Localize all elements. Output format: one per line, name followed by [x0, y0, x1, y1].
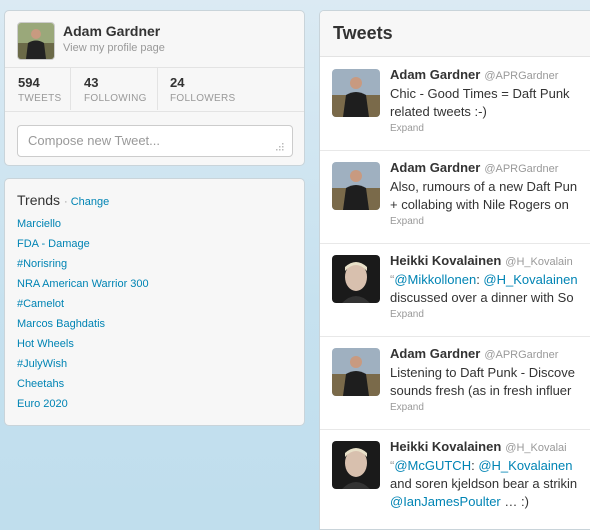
- trend-item[interactable]: FDA - Damage: [17, 237, 149, 257]
- tweet-item[interactable]: Heikki Kovalainen @H_Kovalai “@McGUTCH: @…: [320, 430, 590, 529]
- compose-tweet-input[interactable]: Compose new Tweet...: [17, 125, 293, 157]
- tweet-author[interactable]: Adam Gardner @APRGardner: [390, 160, 558, 175]
- stat-following[interactable]: 43 FOLLOWING: [84, 75, 147, 104]
- tweet-item[interactable]: Adam Gardner @APRGardner Chic - Good Time…: [320, 58, 590, 151]
- tweets-stream: Tweets Adam Gardner @APRGardner Chic - Go…: [319, 10, 590, 530]
- divider: [5, 111, 304, 112]
- trend-item[interactable]: #JulyWish: [17, 357, 149, 377]
- tweets-header: Tweets: [320, 11, 590, 57]
- trend-item[interactable]: Marcos Baghdatis: [17, 317, 149, 337]
- stat-following-label: FOLLOWING: [84, 93, 147, 104]
- tweet-text-rest: … :): [500, 494, 529, 509]
- tweet-text-line: Chic - Good Times = Daft Punk: [390, 86, 570, 101]
- profile-card: Adam Gardner View my profile page 594 TW…: [4, 10, 305, 166]
- compose-placeholder: Compose new Tweet...: [28, 133, 160, 148]
- avatar[interactable]: [332, 348, 380, 396]
- avatar[interactable]: [332, 162, 380, 210]
- trend-item[interactable]: Hot Wheels: [17, 337, 149, 357]
- profile-name[interactable]: Adam Gardner: [63, 23, 160, 39]
- avatar[interactable]: [332, 441, 380, 489]
- tweet-item[interactable]: Heikki Kovalainen @H_Kovalain “@Mikkollon…: [320, 244, 590, 337]
- resize-grip-icon[interactable]: [274, 141, 284, 151]
- tweet-item[interactable]: Adam Gardner @APRGardner Listening to Daf…: [320, 337, 590, 430]
- trend-item[interactable]: #Camelot: [17, 297, 149, 317]
- tweets-title: Tweets: [333, 23, 393, 43]
- mention-link[interactable]: @McGUTCH: [394, 458, 471, 473]
- avatar[interactable]: [17, 22, 55, 60]
- avatar[interactable]: [332, 69, 380, 117]
- trend-item[interactable]: Cheetahs: [17, 377, 149, 397]
- stat-tweets-label: TWEETS: [18, 93, 62, 104]
- expand-link[interactable]: Expand: [390, 309, 424, 320]
- mention-link[interactable]: @Mikkollonen: [394, 272, 476, 287]
- expand-link[interactable]: Expand: [390, 123, 424, 134]
- tweet-text: “@Mikkollonen: @H_Kovalainen discussed o…: [390, 271, 590, 307]
- tweet-text-line: “@Mikkollonen: @H_Kovalainen: [390, 271, 590, 289]
- stat-followers-label: FOLLOWERS: [170, 93, 236, 104]
- trend-item[interactable]: Marciello: [17, 217, 149, 237]
- change-trends-link[interactable]: Change: [71, 196, 110, 208]
- tweet-handle[interactable]: @APRGardner: [484, 163, 558, 175]
- expand-link[interactable]: Expand: [390, 402, 424, 413]
- tweet-text-line: related tweets :-): [390, 104, 487, 119]
- tweet-author-name[interactable]: Adam Gardner: [390, 160, 480, 175]
- stat-following-value: 43: [84, 75, 99, 90]
- tweet-item[interactable]: Adam Gardner @APRGardner Also, rumours of…: [320, 151, 590, 244]
- tweet-text: Chic - Good Times = Daft Punk related tw…: [390, 85, 590, 121]
- view-profile-link[interactable]: View my profile page: [63, 42, 165, 54]
- mention-link[interactable]: @H_Kovalainen: [478, 458, 572, 473]
- trends-title: Trends: [17, 192, 61, 208]
- tweet-handle[interactable]: @APRGardner: [484, 349, 558, 361]
- trend-item[interactable]: Euro 2020: [17, 397, 149, 417]
- tweet-text: Also, rumours of a new Daft Pun + collab…: [390, 178, 590, 214]
- avatar[interactable]: [332, 255, 380, 303]
- stat-followers-value: 24: [170, 75, 185, 90]
- tweet-author-name[interactable]: Adam Gardner: [390, 346, 480, 361]
- trends-header: Trends · Change: [17, 192, 110, 208]
- tweet-handle[interactable]: @H_Kovalain: [505, 256, 572, 268]
- stat-tweets-value: 594: [18, 75, 40, 90]
- tweet-text-line: @IanJamesPoulter … :): [390, 493, 590, 511]
- expand-link[interactable]: Expand: [390, 216, 424, 227]
- divider: [157, 68, 158, 110]
- mention-link[interactable]: @H_Kovalainen: [483, 272, 577, 287]
- tweet-text-line: and soren kjeldson bear a strikin: [390, 476, 578, 491]
- divider: [5, 67, 304, 68]
- tweet-text-line: Also, rumours of a new Daft Pun: [390, 179, 578, 194]
- stat-tweets[interactable]: 594 TWEETS: [18, 75, 61, 104]
- tweet-text: Listening to Daft Punk - Discove sounds …: [390, 364, 590, 400]
- tweet-handle[interactable]: @H_Kovalai: [505, 442, 566, 454]
- tweet-text-line: + collabing with Nile Rogers on: [390, 197, 569, 212]
- tweet-text-line: discussed over a dinner with So: [390, 290, 574, 305]
- tweet-text-line: “@McGUTCH: @H_Kovalainen: [390, 457, 590, 475]
- tweet-author-name[interactable]: Heikki Kovalainen: [390, 439, 501, 454]
- trend-item[interactable]: #Norisring: [17, 257, 149, 277]
- tweet-author[interactable]: Adam Gardner @APRGardner: [390, 346, 558, 361]
- tweet-text-line: Listening to Daft Punk - Discove: [390, 365, 575, 380]
- trend-item[interactable]: NRA American Warrior 300: [17, 277, 149, 297]
- divider: [70, 68, 71, 110]
- tweet-author[interactable]: Heikki Kovalainen @H_Kovalain: [390, 253, 573, 268]
- tweet-text: “@McGUTCH: @H_Kovalainen and soren kjeld…: [390, 457, 590, 511]
- tweet-author[interactable]: Adam Gardner @APRGardner: [390, 67, 558, 82]
- tweet-author-name[interactable]: Heikki Kovalainen: [390, 253, 501, 268]
- tweet-handle[interactable]: @APRGardner: [484, 70, 558, 82]
- tweet-author[interactable]: Heikki Kovalainen @H_Kovalai: [390, 439, 567, 454]
- trends-card: Trends · Change Marciello FDA - Damage #…: [4, 178, 305, 426]
- mention-link[interactable]: @IanJamesPoulter: [390, 494, 501, 509]
- trend-list: Marciello FDA - Damage #Norisring NRA Am…: [17, 217, 149, 417]
- tweet-text-line: sounds fresh (as in fresh influer: [390, 383, 572, 398]
- stat-followers[interactable]: 24 FOLLOWERS: [170, 75, 236, 104]
- tweet-author-name[interactable]: Adam Gardner: [390, 67, 480, 82]
